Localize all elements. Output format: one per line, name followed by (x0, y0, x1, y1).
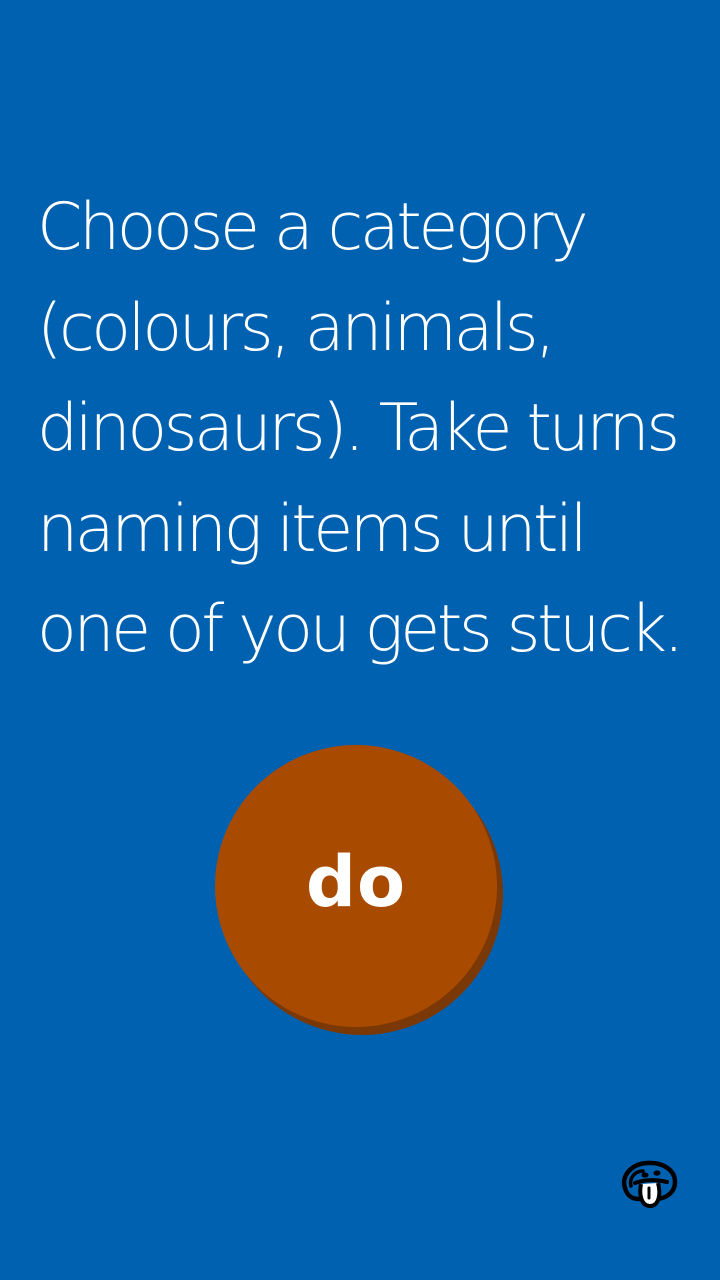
instruction-text: Choose a category (colours, animals, din… (37, 190, 684, 667)
screen: Choose a category (colours, animals, din… (0, 0, 720, 1280)
do-button-label: do (305, 841, 407, 923)
tongue-face-svg (621, 1160, 678, 1208)
do-button[interactable]: do (215, 745, 505, 1035)
tongue-face-icon[interactable] (617, 1158, 679, 1210)
do-button-face: do (215, 745, 497, 1027)
